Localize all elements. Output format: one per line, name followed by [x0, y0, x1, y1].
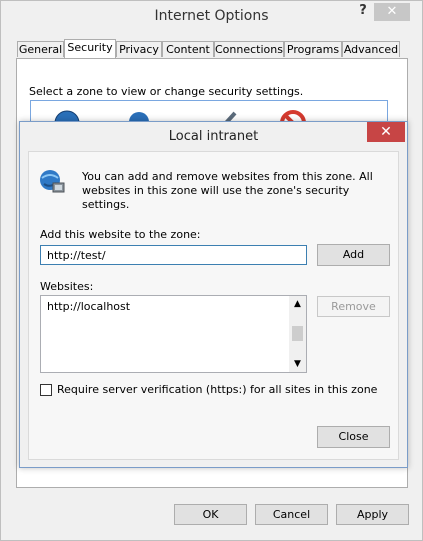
dialog-close-x-button[interactable]: ✕ — [367, 122, 405, 142]
tab-programs[interactable]: Programs — [284, 41, 342, 57]
tab-connections[interactable]: Connections — [214, 41, 284, 57]
cancel-button[interactable]: Cancel — [255, 504, 328, 525]
tab-privacy[interactable]: Privacy — [116, 41, 162, 57]
site-input[interactable] — [40, 245, 307, 265]
close-button[interactable]: Close — [317, 426, 390, 448]
websites-scrollbar[interactable]: ▲ ▼ — [289, 296, 306, 372]
ok-button[interactable]: OK — [174, 504, 247, 525]
intranet-globe-icon — [40, 170, 65, 193]
apply-button[interactable]: Apply — [336, 504, 409, 525]
tab-content[interactable]: Content — [162, 41, 214, 57]
list-item[interactable]: http://localhost — [47, 300, 130, 313]
add-site-label: Add this website to the zone: — [40, 228, 201, 241]
websites-label: Websites: — [40, 280, 94, 293]
scroll-up-icon[interactable]: ▲ — [289, 296, 306, 312]
info-text: You can add and remove websites from thi… — [82, 170, 373, 211]
websites-list[interactable]: http://localhost ▲ ▼ — [40, 295, 307, 373]
verify-checkbox[interactable] — [40, 384, 52, 396]
dialog-title-bar: Local intranet ✕ — [20, 122, 407, 150]
scroll-thumb[interactable] — [292, 326, 303, 341]
remove-button[interactable]: Remove — [317, 296, 390, 317]
zone-prompt: Select a zone to view or change security… — [29, 85, 304, 98]
help-button[interactable]: ? — [352, 3, 374, 21]
scroll-down-icon[interactable]: ▼ — [289, 356, 306, 372]
tab-general[interactable]: General — [17, 41, 64, 57]
parent-title-bar: Internet Options ? ✕ — [1, 1, 422, 31]
add-button[interactable]: Add — [317, 244, 390, 266]
parent-close-button[interactable]: ✕ — [374, 3, 410, 21]
dialog-title: Local intranet — [168, 129, 259, 144]
tab-security[interactable]: Security — [64, 39, 116, 58]
verify-label: Require server verification (https:) for… — [57, 383, 378, 396]
tab-advanced[interactable]: Advanced — [342, 41, 400, 57]
bottom-buttons: OK Cancel Apply — [1, 504, 423, 526]
